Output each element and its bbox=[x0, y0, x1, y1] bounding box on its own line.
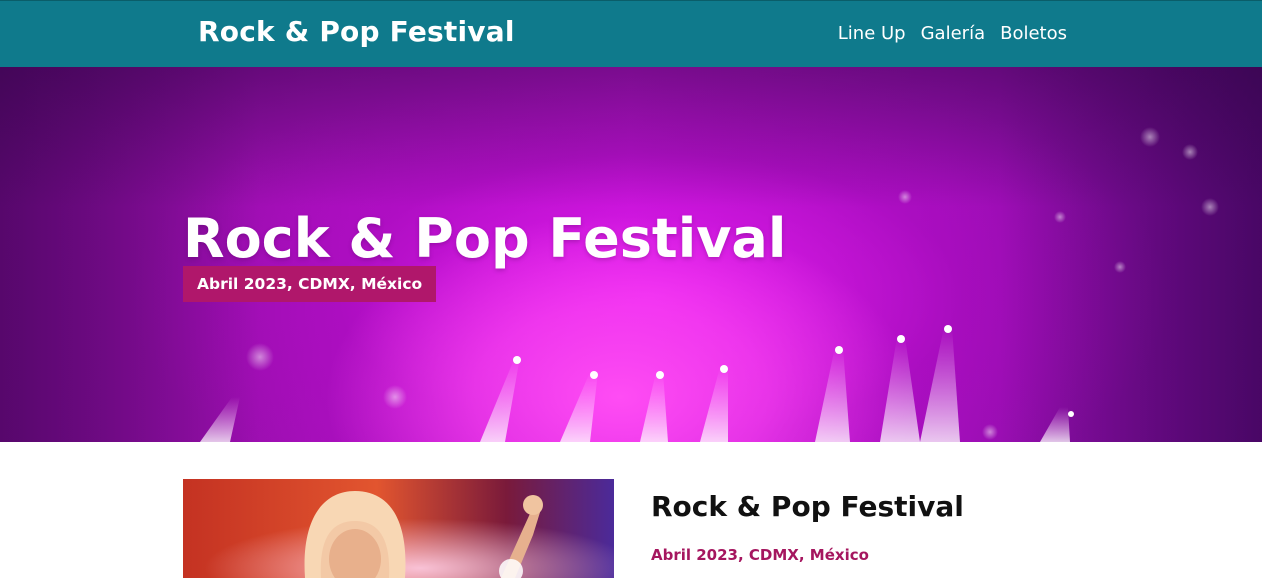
main-nav: Line Up Galería Boletos bbox=[838, 23, 1067, 44]
nav-link-boletos[interactable]: Boletos bbox=[1000, 23, 1067, 44]
section-title: Rock & Pop Festival bbox=[651, 490, 964, 523]
hero-banner: Rock & Pop Festival Abril 2023, CDMX, Mé… bbox=[0, 67, 1262, 442]
singer-image bbox=[183, 479, 614, 578]
hero-title: Rock & Pop Festival bbox=[183, 207, 787, 270]
nav-link-galeria[interactable]: Galería bbox=[921, 23, 986, 44]
top-navbar: Rock & Pop Festival Line Up Galería Bole… bbox=[0, 0, 1262, 67]
hero-date-badge: Abril 2023, CDMX, México bbox=[183, 266, 437, 302]
section-date-subtitle: Abril 2023, CDMX, México bbox=[651, 546, 869, 564]
performer-photo bbox=[183, 479, 614, 578]
nav-link-line-up[interactable]: Line Up bbox=[838, 23, 906, 44]
site-brand[interactable]: Rock & Pop Festival bbox=[198, 15, 515, 48]
